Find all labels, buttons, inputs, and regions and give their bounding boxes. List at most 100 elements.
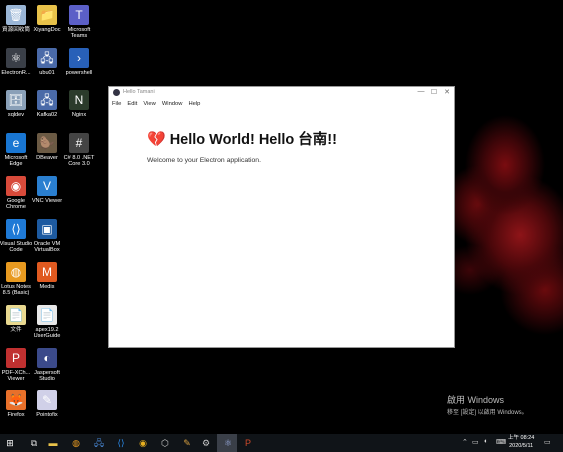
desktop-icon-label: Oracle VM VirtualBox bbox=[33, 241, 61, 254]
desktop-icon[interactable]: 📄 apex19.2 UserGuide bbox=[29, 305, 65, 340]
app-icon: ⚛ bbox=[6, 48, 26, 68]
desktop-icon[interactable]: 🦫 DBeaver bbox=[29, 133, 65, 161]
clock-date: 2020/5/11 bbox=[509, 442, 534, 449]
taskbar-tools-icon[interactable]: ✎ bbox=[181, 437, 193, 449]
taskbar-lotus-icon[interactable]: ◍ bbox=[70, 437, 82, 449]
taskbar-powerpoint-icon[interactable]: P bbox=[242, 437, 254, 449]
desktop-icon-label: Kafka02 bbox=[36, 112, 58, 118]
menu-file[interactable]: File bbox=[112, 101, 121, 107]
desktop-icon-label: Firefox bbox=[7, 412, 25, 418]
desktop-icon[interactable]: # C# 8.0 .NET Core 3.0 bbox=[61, 133, 97, 168]
window-content: 💔 Hello World! Hello 台南!! Welcome to you… bbox=[109, 110, 454, 165]
app-icon: ◐ bbox=[37, 348, 57, 368]
desktop-icon-label: ElectronR... bbox=[1, 70, 31, 76]
desktop-icon[interactable]: M Medis bbox=[29, 262, 65, 290]
desktop-icon-label: C# 8.0 .NET Core 3.0 bbox=[63, 155, 95, 168]
menu-help[interactable]: Help bbox=[188, 101, 200, 107]
activation-watermark: 啟用 Windows 移至 [設定] 以啟用 Windows。 bbox=[447, 393, 528, 416]
taskbar-chrome-icon[interactable]: ◉ bbox=[137, 437, 149, 449]
window-titlebar[interactable]: Hello Tamani — ☐ ✕ bbox=[109, 87, 454, 98]
notification-icon[interactable]: ▭ bbox=[544, 438, 551, 446]
app-icon: 🖧 bbox=[37, 48, 57, 68]
app-icon: 🗑 bbox=[6, 5, 26, 25]
app-icon: M bbox=[37, 262, 57, 282]
chevron-up-icon[interactable]: ⌃ bbox=[462, 438, 468, 446]
desktop-icon[interactable]: ▣ Oracle VM VirtualBox bbox=[29, 219, 65, 254]
ime-icon[interactable]: ⌨ bbox=[496, 438, 506, 446]
desktop-icon-label: apex19.2 UserGuide bbox=[33, 327, 61, 340]
app-icon: V bbox=[37, 176, 57, 196]
taskbar: ⊞ ⧉ ▬ ◍ 🖧 ⟨⟩ ◉ ⬡ ✎ ⚙ ⚛ P ⌃ ▭ ◐ ⌨ 上午 08:24 2020/5/1… bbox=[0, 434, 563, 452]
menu-window[interactable]: Window bbox=[162, 101, 183, 107]
minimize-button[interactable]: — bbox=[416, 88, 426, 95]
app-icon: T bbox=[69, 5, 89, 25]
heading-text: Hello World! Hello 台南!! bbox=[169, 132, 337, 148]
taskbar-settings-icon[interactable]: ⚙ bbox=[200, 437, 212, 449]
app-icon: P bbox=[6, 348, 26, 368]
desktop-icon-label: Microsoft Edge bbox=[4, 155, 28, 168]
broken-heart-icon: 💔 bbox=[147, 130, 166, 148]
desktop-icon-label: PDF-XCh... Viewer bbox=[1, 370, 31, 383]
desktop-icon[interactable]: ◐ Jaspersoft Studio bbox=[29, 348, 65, 383]
app-icon: e bbox=[6, 133, 26, 153]
desktop-icon-label: Jaspersoft Studio bbox=[34, 370, 60, 383]
app-icon: 🦊 bbox=[6, 390, 26, 410]
app-icon: › bbox=[69, 48, 89, 68]
desktop-icon-label: DBeaver bbox=[36, 155, 58, 161]
desktop-icon-label: VNC Viewer bbox=[31, 198, 63, 204]
app-icon: 🗄 bbox=[6, 90, 26, 110]
app-icon: 📄 bbox=[6, 305, 26, 325]
app-icon: ⟨⟩ bbox=[6, 219, 26, 239]
clock[interactable]: 上午 08:24 2020/5/11 bbox=[508, 435, 534, 450]
electron-window[interactable]: Hello Tamani — ☐ ✕ File Edit View Window… bbox=[108, 86, 455, 348]
app-icon: N bbox=[69, 90, 89, 110]
taskbar-task-view-icon[interactable]: ⧉ bbox=[28, 437, 40, 449]
taskbar-file-explorer-icon[interactable]: ▬ bbox=[47, 437, 59, 449]
desktop-icon[interactable]: T Microsoft Teams bbox=[61, 5, 97, 40]
desktop-icon-label: 文件 bbox=[10, 327, 22, 333]
desktop-icon-label: Visual Studio Code bbox=[0, 241, 33, 254]
desktop-icon-label: Lotus Notes 8.5 (Basic) bbox=[1, 284, 31, 297]
app-icon: ◍ bbox=[6, 262, 26, 282]
desktop-icon-label: Google Chrome bbox=[6, 198, 26, 211]
desktop-icon[interactable]: ✎ Pointofix bbox=[29, 390, 65, 418]
app-icon: ◉ bbox=[6, 176, 26, 196]
desktop-icon[interactable]: V VNC Viewer bbox=[29, 176, 65, 204]
window-title: Hello Tamani bbox=[123, 89, 155, 95]
maximize-button[interactable]: ☐ bbox=[429, 88, 439, 96]
start-button[interactable]: ⊞ bbox=[4, 437, 16, 449]
desktop-icon-label: Pointofix bbox=[36, 412, 58, 418]
page-heading: 💔 Hello World! Hello 台南!! bbox=[147, 128, 454, 149]
desktop-icon[interactable]: 🖧 Kafka02 bbox=[29, 90, 65, 118]
desktop-icon[interactable]: N Nginx bbox=[61, 90, 97, 118]
desktop-icon[interactable]: › powershell bbox=[61, 48, 97, 76]
taskbar-electron-icon[interactable]: ⚛ bbox=[222, 437, 234, 449]
desktop-icon[interactable]: 🖧 ubu01 bbox=[29, 48, 65, 76]
app-icon: 🖧 bbox=[37, 90, 57, 110]
network-icon[interactable]: ▭ bbox=[472, 438, 479, 446]
menu-edit[interactable]: Edit bbox=[127, 101, 137, 107]
menu-bar: File Edit View Window Help bbox=[109, 98, 454, 110]
desktop-icon-label: sqldev bbox=[7, 112, 25, 118]
watermark-title: 啟用 Windows bbox=[447, 395, 505, 405]
volume-icon[interactable]: ◐ bbox=[484, 438, 488, 445]
desktop-icon-label: XiyangDoc bbox=[33, 27, 61, 33]
electron-app-icon bbox=[113, 89, 120, 96]
watermark-subtitle: 移至 [設定] 以啟用 Windows。 bbox=[447, 410, 528, 416]
desktop-icon-label: ubu01 bbox=[39, 70, 55, 76]
clock-time: 上午 08:24 bbox=[508, 435, 535, 441]
desktop-icon-label: Nginx bbox=[71, 112, 87, 118]
close-button[interactable]: ✕ bbox=[442, 88, 452, 96]
taskbar-vscode-icon[interactable]: ⟨⟩ bbox=[115, 437, 127, 449]
desktop-icon-label: powershell bbox=[65, 70, 93, 76]
taskbar-network-icon[interactable]: 🖧 bbox=[93, 437, 105, 449]
desktop-icon-label: Medis bbox=[39, 284, 55, 290]
desktop-icon-label: 資源回收筒 bbox=[2, 27, 30, 33]
menu-view[interactable]: View bbox=[143, 101, 155, 107]
app-icon: ✎ bbox=[37, 390, 57, 410]
desktop-icon[interactable]: 📁 XiyangDoc bbox=[29, 5, 65, 33]
taskbar-unity-icon[interactable]: ⬡ bbox=[159, 437, 171, 449]
app-icon: 📄 bbox=[37, 305, 57, 325]
app-icon: # bbox=[69, 133, 89, 153]
app-icon: 🦫 bbox=[37, 133, 57, 153]
